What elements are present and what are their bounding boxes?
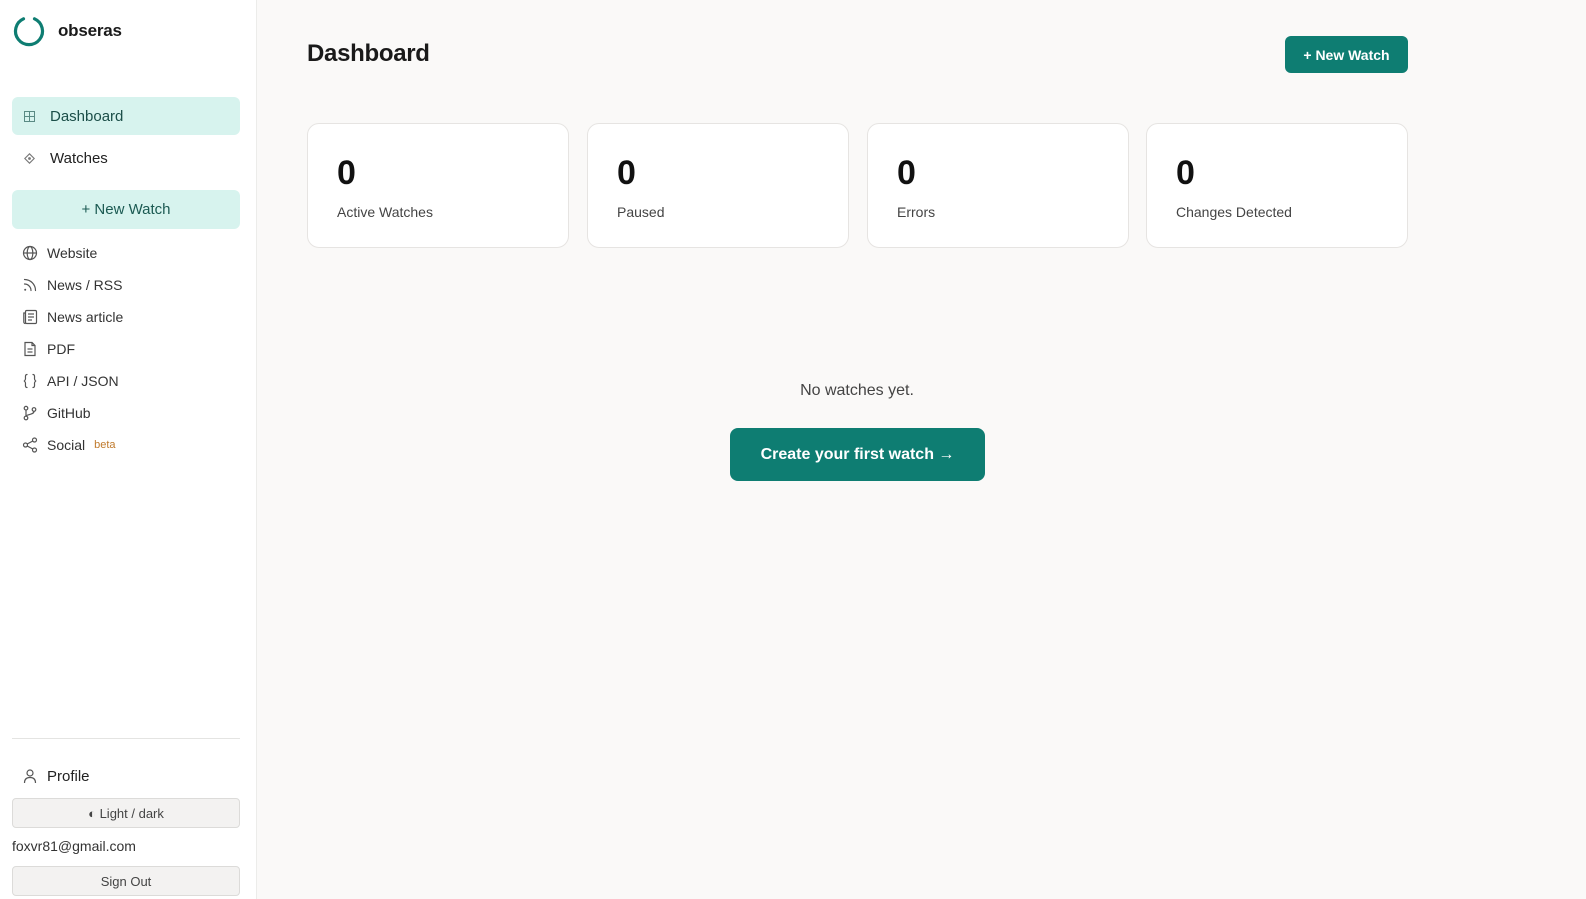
- stat-value: 0: [617, 154, 636, 192]
- share-icon: [21, 436, 39, 454]
- theme-toggle-button[interactable]: ◐ Light / dark: [12, 798, 240, 828]
- sidebar-item-label: Dashboard: [50, 107, 124, 125]
- new-watch-header-button[interactable]: + New Watch: [1285, 36, 1408, 73]
- sidebar-item-label: Watches: [50, 149, 108, 167]
- stat-label: Changes Detected: [1176, 204, 1292, 220]
- sidebar-item-label: GitHub: [47, 405, 91, 421]
- stat-label: Active Watches: [337, 204, 433, 220]
- sidebar-item-label: PDF: [47, 341, 75, 357]
- stat-card-errors: 0 Errors: [867, 123, 1129, 248]
- stat-card-paused: 0 Paused: [587, 123, 849, 248]
- user-email: foxvr81@gmail.com: [12, 838, 136, 854]
- user-icon: [21, 767, 39, 785]
- beta-badge: beta: [94, 439, 116, 451]
- sidebar-item-label: Website: [47, 245, 98, 261]
- document-icon: [21, 340, 39, 358]
- sidebar-item-label: News article: [47, 309, 124, 325]
- stat-card-active-watches: 0 Active Watches: [307, 123, 569, 248]
- rss-icon: [21, 276, 39, 294]
- newspaper-icon: [21, 308, 39, 326]
- stat-value: 0: [1176, 154, 1195, 192]
- sign-out-button[interactable]: Sign Out: [12, 866, 240, 896]
- sidebar-item-website[interactable]: Website: [12, 239, 240, 267]
- brand[interactable]: obseras: [12, 14, 122, 48]
- sidebar-item-dashboard[interactable]: Dashboard: [12, 97, 240, 135]
- sidebar-item-label: Social: [47, 437, 86, 453]
- empty-state-text: No watches yet.: [800, 382, 914, 399]
- globe-icon: [21, 244, 39, 262]
- git-branch-icon: [21, 404, 39, 422]
- sidebar-item-github[interactable]: GitHub: [12, 399, 240, 427]
- profile-label: Profile: [47, 767, 90, 785]
- diamond-icon: [22, 151, 36, 165]
- stat-label: Errors: [897, 204, 936, 220]
- sidebar-item-api-json[interactable]: API / JSON: [12, 367, 240, 395]
- stat-card-changes-detected: 0 Changes Detected: [1146, 123, 1408, 248]
- sidebar-item-profile[interactable]: Profile: [12, 762, 240, 790]
- sidebar-item-watches[interactable]: Watches: [12, 139, 240, 177]
- braces-icon: [21, 372, 39, 390]
- new-watch-button[interactable]: + New Watch: [12, 190, 240, 229]
- sidebar-item-label: API / JSON: [47, 373, 119, 389]
- stat-label: Paused: [617, 204, 665, 220]
- sidebar-item-pdf[interactable]: PDF: [12, 335, 240, 363]
- sidebar-item-label: News / RSS: [47, 277, 123, 293]
- sidebar: obseras Dashboard Watches + New Watch We…: [0, 0, 257, 899]
- grid-icon: [22, 109, 36, 123]
- create-first-watch-button[interactable]: Create your first watch →: [730, 428, 985, 481]
- sidebar-item-news-rss[interactable]: News / RSS: [12, 271, 240, 299]
- sidebar-divider: [12, 738, 240, 739]
- page-title: Dashboard: [307, 40, 430, 67]
- ring-logo-icon: [13, 17, 45, 47]
- stat-value: 0: [897, 154, 916, 192]
- stat-value: 0: [337, 154, 356, 192]
- sidebar-item-news-article[interactable]: News article: [12, 303, 240, 331]
- brand-name: obseras: [58, 21, 122, 40]
- sidebar-item-social[interactable]: Social beta: [12, 431, 240, 459]
